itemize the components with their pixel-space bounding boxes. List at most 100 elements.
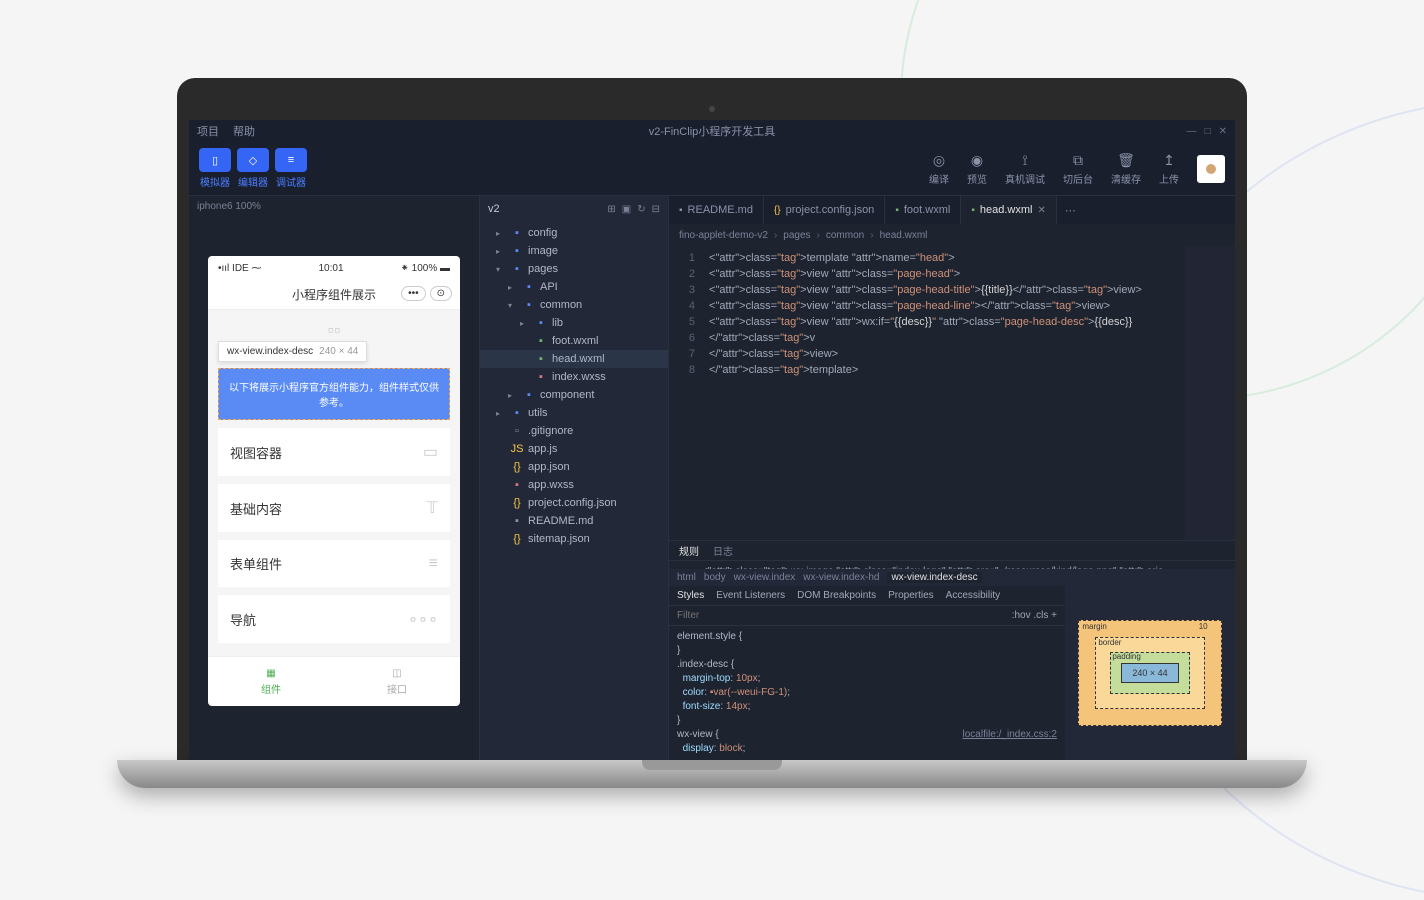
editor-button[interactable]: ◇ [237, 148, 269, 172]
menu-item[interactable]: 基础内容𝕋 [218, 484, 450, 532]
clear-cache-button[interactable]: 🗑清缓存 [1111, 152, 1141, 186]
tree-item[interactable]: ▪foot.wxml [480, 332, 668, 350]
element-crumb[interactable]: wx-view.index-desc [887, 572, 981, 583]
simulator-button[interactable]: ▯ [199, 148, 231, 172]
file-type-icon: ▪ [895, 205, 899, 216]
css-rules[interactable]: element.style {}.index-desc {</span></di… [669, 626, 1065, 760]
content-area: iphone6 100% •ııl IDE ⁓ 10:01 ⁕ 100% ▬ 小… [189, 196, 1235, 760]
debugger-label: 调试器 [276, 174, 306, 189]
compile-button[interactable]: ◎编译 [929, 152, 949, 186]
tree-item[interactable]: ▪app.wxss [480, 476, 668, 494]
tab-close-icon[interactable]: ✕ [1037, 205, 1045, 216]
menu-item[interactable]: 表单组件≡ [218, 540, 450, 587]
preview-button[interactable]: ◉预览 [967, 152, 987, 186]
file-tree: ▸▪config▸▪image▾▪pages▸▪API▾▪common▸▪lib… [480, 222, 668, 760]
styles-tab[interactable]: Styles [677, 590, 704, 601]
phone-body: ▫▫ wx-view.index-desc 240 × 44 以下将展示小程序官… [208, 310, 460, 656]
new-folder-icon[interactable]: ▣ [622, 204, 631, 215]
menubar: 项目 帮助 v2-FinClip小程序开发工具 — □ ✕ [189, 120, 1235, 142]
switch-icon: ⧉ [1073, 152, 1083, 169]
minimize-icon[interactable]: — [1187, 126, 1197, 137]
tree-item[interactable]: ▸▪config [480, 224, 668, 242]
page-title: 小程序组件展示 [292, 288, 376, 302]
tabs-overflow[interactable]: ⋯ [1057, 196, 1084, 224]
line-gutter: 12345678 [669, 246, 703, 540]
close-capsule-button[interactable]: ⊙ [430, 286, 452, 301]
collapse-icon[interactable]: ⊟ [652, 204, 660, 215]
editor-tab[interactable]: {}project.config.json [764, 196, 885, 224]
tree-item[interactable]: ▫.gitignore [480, 422, 668, 440]
tree-item[interactable]: {}app.json [480, 458, 668, 476]
styles-tab[interactable]: Accessibility [946, 590, 1000, 601]
remote-debug-button[interactable]: ⟟真机调试 [1005, 152, 1045, 186]
breadcrumb-item[interactable]: fino-applet-demo-v2 [679, 230, 768, 241]
window-controls: — □ ✕ [1187, 126, 1227, 137]
user-avatar[interactable] [1197, 155, 1225, 183]
tree-item[interactable]: ▾▪common [480, 296, 668, 314]
devtools-panel: 规则 日志 ▸<"attr">class="tag">wx-image "att… [669, 540, 1235, 760]
styles-panel: Styles Event Listeners DOM Breakpoints Prop… [669, 586, 1065, 760]
menu-item-icon: ∘∘∘ [408, 609, 438, 629]
elements-panel[interactable]: ▸<"attr">class="tag">wx-image "attr">cla… [669, 561, 1235, 569]
dt-tab-log[interactable]: 日志 [713, 543, 733, 558]
tree-item[interactable]: {}project.config.json [480, 494, 668, 512]
styles-tab[interactable]: Event Listeners [716, 590, 785, 601]
highlighted-element[interactable]: 以下将展示小程序官方组件能力，组件样式仅供参考。 [218, 368, 450, 420]
dt-tab-rules[interactable]: 规则 [679, 543, 699, 558]
editor-tab[interactable]: ▪foot.wxml [885, 196, 961, 224]
tree-item[interactable]: ▸▪API [480, 278, 668, 296]
phone-clock: 10:01 [318, 263, 343, 274]
debugger-button[interactable]: ≡ [275, 148, 307, 172]
menu-project[interactable]: 项目 [197, 123, 219, 139]
api-icon: ◫ [392, 668, 401, 679]
minimap[interactable] [1185, 246, 1235, 540]
close-icon[interactable]: ✕ [1219, 126, 1227, 137]
tree-item[interactable]: {}sitemap.json [480, 530, 668, 548]
styles-filter-input[interactable] [677, 610, 809, 621]
editor-tab[interactable]: ▪README.md [669, 196, 764, 224]
tree-item[interactable]: ▸▪utils [480, 404, 668, 422]
breadcrumb-item[interactable]: head.wxml [880, 230, 928, 241]
tree-item[interactable]: ▪index.wxss [480, 368, 668, 386]
code-area[interactable]: 12345678 <"attr">class="tag">template "a… [669, 246, 1235, 540]
refresh-icon[interactable]: ↻ [637, 204, 645, 215]
element-crumb[interactable]: html [677, 572, 696, 583]
laptop-notch [642, 760, 782, 770]
maximize-icon[interactable]: □ [1205, 126, 1211, 137]
tabbar-api[interactable]: ◫接口 [334, 657, 460, 706]
element-crumb[interactable]: wx-view.index-hd [803, 572, 879, 583]
breadcrumb-item[interactable]: common [826, 230, 864, 241]
styles-filter-actions[interactable]: :hov .cls + [1012, 610, 1057, 621]
tree-item[interactable]: ▸▪image [480, 242, 668, 260]
window-title: v2-FinClip小程序开发工具 [649, 123, 776, 139]
tree-item[interactable]: ▪README.md [480, 512, 668, 530]
devtools-main-tabs: 规则 日志 [669, 541, 1235, 561]
tree-item[interactable]: ▸▪lib [480, 314, 668, 332]
file-type-icon: ▪ [679, 205, 683, 216]
editor-tab[interactable]: ▪head.wxml✕ [961, 196, 1057, 224]
tree-item[interactable]: ▸▪component [480, 386, 668, 404]
tree-arrow-icon: ▸ [496, 229, 506, 238]
menu-item[interactable]: 导航∘∘∘ [218, 595, 450, 643]
elements-breadcrumb: html body wx-view.index wx-view.index-hd wx-… [669, 569, 1235, 586]
menu-dots-button[interactable]: ••• [401, 286, 426, 301]
code-content[interactable]: <"attr">class="tag">template "attr">name… [703, 246, 1185, 540]
tree-item[interactable]: ▪head.wxml [480, 350, 668, 368]
breadcrumb-item[interactable]: pages [783, 230, 810, 241]
element-crumb[interactable]: wx-view.index [734, 572, 796, 583]
tree-item[interactable]: JSapp.js [480, 440, 668, 458]
box-model-panel: margin 10 border padding 240 × 44 [1065, 586, 1235, 760]
background-button[interactable]: ⧉切后台 [1063, 152, 1093, 186]
styles-tab[interactable]: Properties [888, 590, 934, 601]
tabbar-component[interactable]: ▦组件 [208, 657, 334, 706]
styles-tab[interactable]: DOM Breakpoints [797, 590, 876, 601]
menu-item[interactable]: 视图容器▭ [218, 428, 450, 476]
element-crumb[interactable]: body [704, 572, 726, 583]
eye-icon: ◉ [971, 152, 983, 169]
logo-placeholder: ▫▫ [218, 320, 450, 341]
upload-button[interactable]: ↥上传 [1159, 152, 1179, 186]
breadcrumb: fino-applet-demo-v2›pages›common›head.wx… [669, 224, 1235, 246]
new-file-icon[interactable]: ⊞ [607, 204, 615, 215]
tree-item[interactable]: ▾▪pages [480, 260, 668, 278]
menu-help[interactable]: 帮助 [233, 123, 255, 139]
